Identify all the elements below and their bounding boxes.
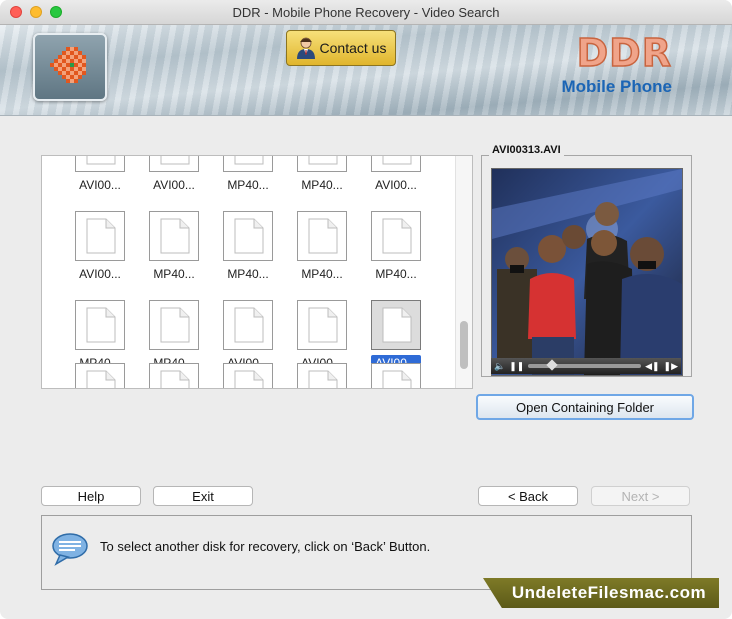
open-containing-folder-button[interactable]: Open Containing Folder: [476, 394, 694, 420]
file-icon[interactable]: [297, 211, 347, 261]
status-message: To select another disk for recovery, cli…: [100, 539, 431, 554]
file-icon[interactable]: [149, 156, 199, 172]
support-person-icon: [296, 37, 315, 59]
file-name-label: MP40...: [227, 178, 269, 192]
video-preview-image: [491, 168, 683, 376]
grid-scroll-thumb[interactable]: [460, 321, 468, 369]
brand-block: DDR Mobile Phone: [561, 31, 673, 97]
video-seek-slider[interactable]: [528, 359, 642, 371]
volume-icon[interactable]: 🔈: [494, 361, 505, 372]
back-button[interactable]: < Back: [478, 486, 578, 506]
file-name-label: AVI00...: [79, 178, 121, 192]
next-button[interactable]: Next >: [591, 486, 690, 506]
file-icon[interactable]: [223, 211, 273, 261]
file-icon[interactable]: [223, 156, 273, 172]
grid-scrollbar[interactable]: [455, 156, 472, 388]
file-icon[interactable]: [371, 211, 421, 261]
file-icon[interactable]: [371, 363, 421, 388]
file-name-label: MP40...: [227, 267, 269, 281]
file-icon[interactable]: [75, 156, 125, 172]
file-icon[interactable]: [149, 211, 199, 261]
window-title: DDR - Mobile Phone Recovery - Video Sear…: [232, 5, 500, 20]
file-name-label: MP40...: [301, 178, 343, 192]
forward-icon[interactable]: ❚▶: [664, 361, 678, 372]
app-window: DDR - Mobile Phone Recovery - Video Sear…: [0, 0, 732, 619]
preview-title: AVI00313.AVI: [489, 144, 564, 156]
file-icon[interactable]: [149, 363, 199, 388]
file-icon[interactable]: [75, 363, 125, 388]
file-name-label: MP40...: [153, 267, 195, 281]
file-name-label: AVI00...: [375, 178, 417, 192]
video-controls: 🔈 ❚❚ ◀❚ ❚▶: [491, 358, 681, 374]
file-name-label: MP40...: [301, 267, 343, 281]
file-name-label: AVI00...: [79, 267, 121, 281]
watermark-text: UndeleteFilesmac.com: [511, 583, 707, 602]
title-bar: DDR - Mobile Phone Recovery - Video Sear…: [0, 0, 732, 25]
file-icon[interactable]: [223, 363, 273, 388]
contact-us-button[interactable]: Contact us: [286, 30, 396, 66]
speech-bubble-icon: [52, 533, 88, 566]
help-button[interactable]: Help: [41, 486, 141, 506]
watermark-banner: UndeleteFilesmac.com: [483, 578, 719, 608]
file-icon[interactable]: [371, 156, 421, 172]
file-icon[interactable]: [297, 300, 347, 350]
file-icon[interactable]: [297, 156, 347, 172]
file-grid-panel[interactable]: AVI00... AVI00... MP40... MP40... AVI00... AV…: [41, 155, 473, 389]
exit-button[interactable]: Exit: [153, 486, 253, 506]
file-icon[interactable]: [75, 300, 125, 350]
file-icon[interactable]: [223, 300, 273, 350]
rewind-icon[interactable]: ◀❚: [645, 361, 659, 372]
file-name-label: AVI00...: [153, 178, 195, 192]
file-icon[interactable]: [371, 300, 421, 350]
brand-product: Mobile Phone: [561, 77, 673, 96]
file-icon[interactable]: [149, 300, 199, 350]
contact-us-label: Contact us: [319, 40, 387, 56]
file-name-label: MP40...: [375, 267, 417, 281]
checker-logo-icon: [50, 47, 86, 83]
brand-name: DDR: [576, 31, 672, 75]
app-logo: [33, 33, 107, 101]
pause-icon[interactable]: ❚❚: [509, 361, 524, 372]
file-icon[interactable]: [297, 363, 347, 388]
file-icon[interactable]: [75, 211, 125, 261]
header-banner: Contact us DDR Mobile Phone: [0, 25, 732, 116]
